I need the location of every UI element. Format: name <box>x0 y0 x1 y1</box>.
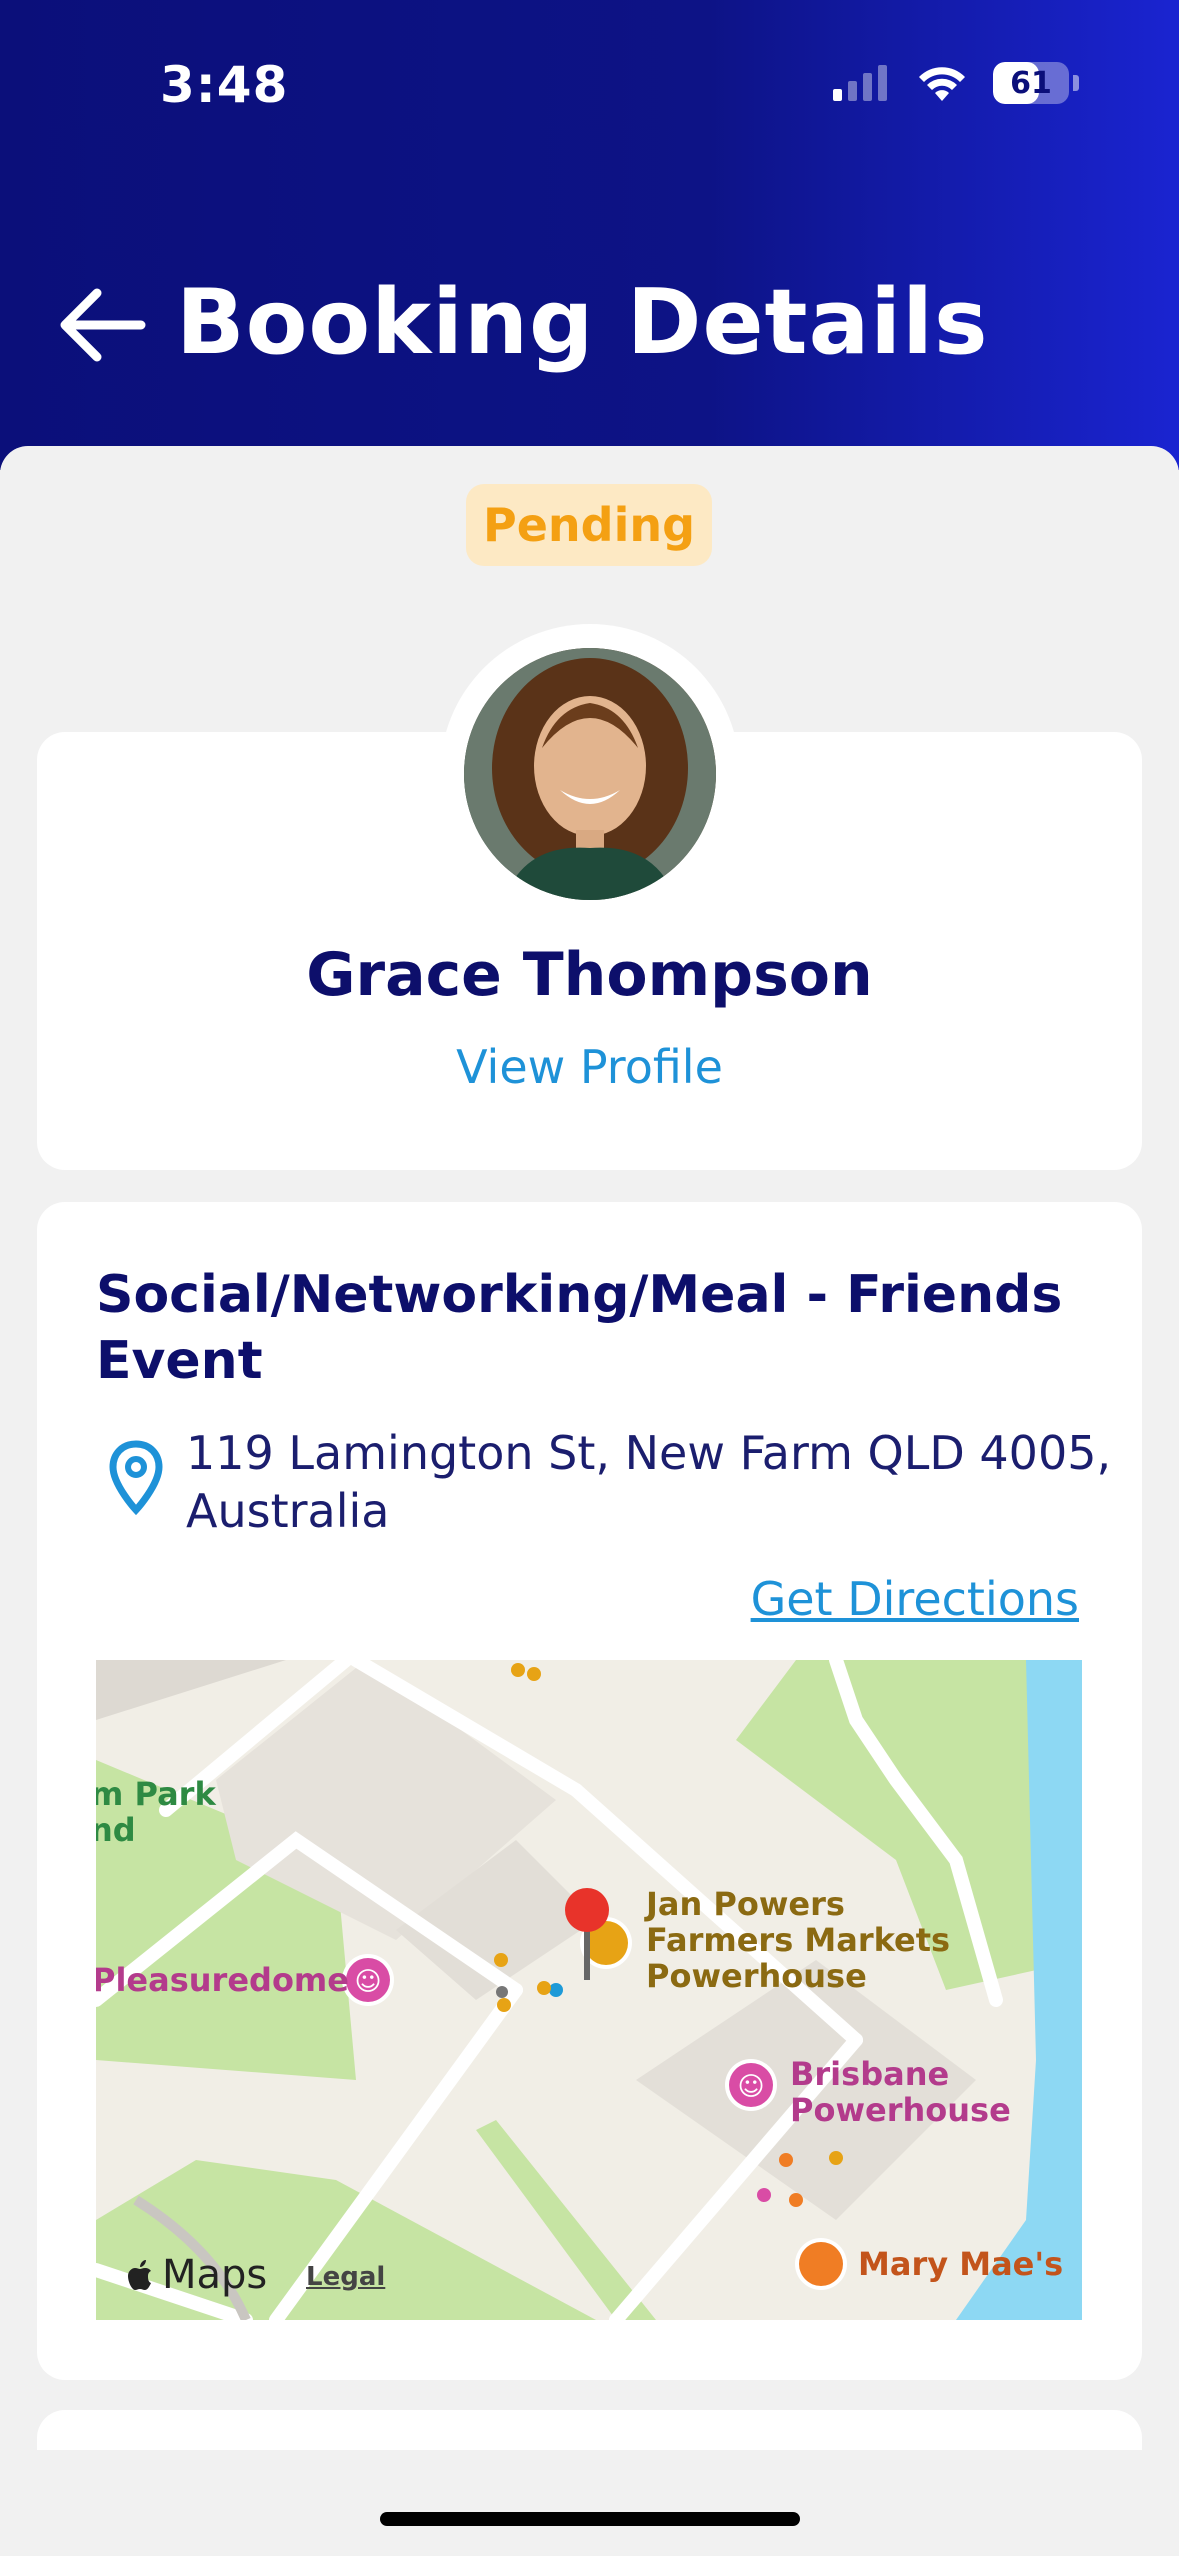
wifi-icon <box>919 67 965 101</box>
avatar-ring <box>440 624 740 924</box>
home-indicator[interactable] <box>380 2512 800 2526</box>
map-view[interactable]: ☺ ☺ m Park nd Pleasuredome Jan Powers Fa… <box>96 1660 1082 2320</box>
map-label-mary-maes: Mary Mae's <box>858 2245 1064 2283</box>
arrow-left-icon <box>60 288 146 362</box>
legal-link[interactable]: Legal <box>306 2262 385 2292</box>
status-icons: 61 <box>831 62 1079 104</box>
map-label-park: m Park nd <box>96 1775 216 1849</box>
profile-name: Grace Thompson <box>306 940 873 1010</box>
location-pin-icon <box>109 1440 163 1516</box>
avatar[interactable] <box>464 648 716 900</box>
maps-logo: Maps <box>126 2252 267 2298</box>
map-label-jan-powers: Jan Powers Farmers Markets Powerhouse <box>646 1885 951 1995</box>
map-label-pleasuredome: Pleasuredome <box>96 1961 349 1999</box>
status-badge: Pending <box>466 484 712 566</box>
maps-brand: Maps <box>162 2252 268 2298</box>
page-title: Booking Details <box>176 270 989 375</box>
svg-text:☺: ☺ <box>737 2072 764 2102</box>
apple-icon <box>128 2260 151 2290</box>
status-time: 3:48 <box>160 56 289 114</box>
view-profile-link[interactable]: View Profile <box>0 1040 1179 1094</box>
event-address: 119 Lamington St, New Farm QLD 4005, Aus… <box>186 1426 1112 1538</box>
svg-text:☺: ☺ <box>354 1967 381 1997</box>
battery-level: 61 <box>1010 65 1052 101</box>
back-button[interactable] <box>52 280 152 370</box>
avatar-image <box>464 648 716 900</box>
signal-icon <box>833 65 887 101</box>
map-label-brisbane-powerhouse: Brisbane Powerhouse <box>790 2055 1011 2129</box>
header: 3:48 61 Booking Details <box>0 0 1179 470</box>
get-directions-link[interactable]: Get Directions <box>751 1572 1079 1626</box>
event-title: Social/Networking/Meal - Friends Event <box>96 1265 1063 1391</box>
battery-icon: 61 <box>993 62 1069 104</box>
next-card <box>37 2410 1142 2450</box>
